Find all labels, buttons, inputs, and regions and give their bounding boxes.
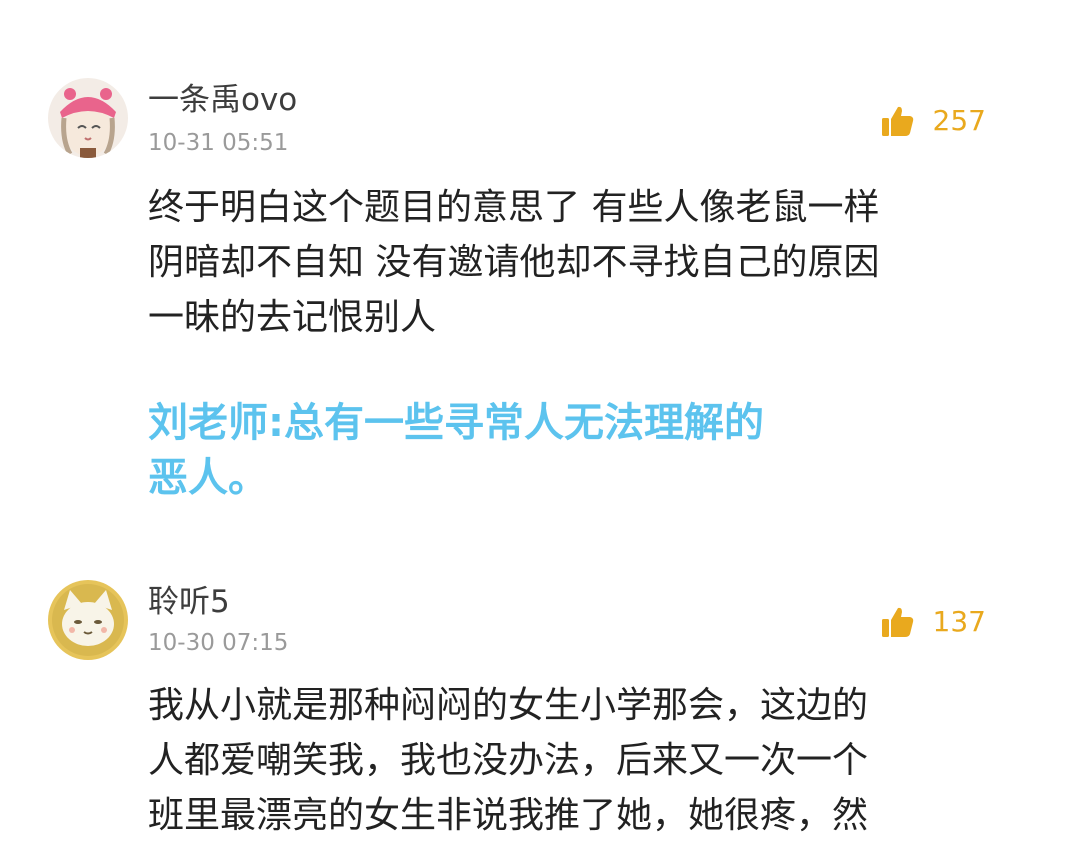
thumbs-up-icon [881,607,913,637]
comment-text-line: 阴暗却不自知 没有邀请他却不寻找自己的原因 [148,242,880,283]
avatar[interactable] [48,580,128,660]
username[interactable]: 一条禹ovo [148,80,297,120]
like-button[interactable]: 137 [881,600,986,644]
author-reply-line: 恶人。 [148,455,268,501]
comment-text-line: 我从小就是那种闷闷的女生小学那会，这边的 [148,685,869,726]
author-reply: 刘老师:总有一些寻常人无法理解的 恶人。 [148,396,1028,506]
username[interactable]: 聆听5 [148,582,230,622]
author-reply-line: 刘老师:总有一些寻常人无法理解的 [148,400,764,446]
like-button[interactable]: 257 [881,99,986,143]
cat-avatar-icon [48,580,128,660]
timestamp: 10-30 07:15 [148,630,289,656]
avatar[interactable] [48,78,128,158]
comment-item: 聆听5 10-30 07:15 137 我从小就是那种闷闷的女生小学那会，这边的… [0,560,1080,844]
comment-item: 一条禹ovo 10-31 05:51 257 终于明白这个题目的意思了 有些人像… [0,0,1080,540]
comment-text-line: 班里最漂亮的女生非说我推了她，她很疼，然 [148,795,869,836]
like-count: 137 [932,605,986,638]
comment-text-line: 终于明白这个题目的意思了 有些人像老鼠一样 [148,187,880,228]
like-count: 257 [932,104,986,137]
thumbs-up-icon [881,106,913,136]
timestamp: 10-31 05:51 [148,130,289,156]
comment-text-line: 一昧的去记恨别人 [148,297,437,338]
comment-text: 我从小就是那种闷闷的女生小学那会，这边的 人都爱嘲笑我，我也没办法，后来又一次一… [148,678,1028,843]
comment-text-line: 人都爱嘲笑我，我也没办法，后来又一次一个 [148,740,869,781]
comment-text: 终于明白这个题目的意思了 有些人像老鼠一样 阴暗却不自知 没有邀请他却不寻找自己… [148,180,1028,345]
pink-hat-anime-girl-avatar-icon [48,78,128,158]
